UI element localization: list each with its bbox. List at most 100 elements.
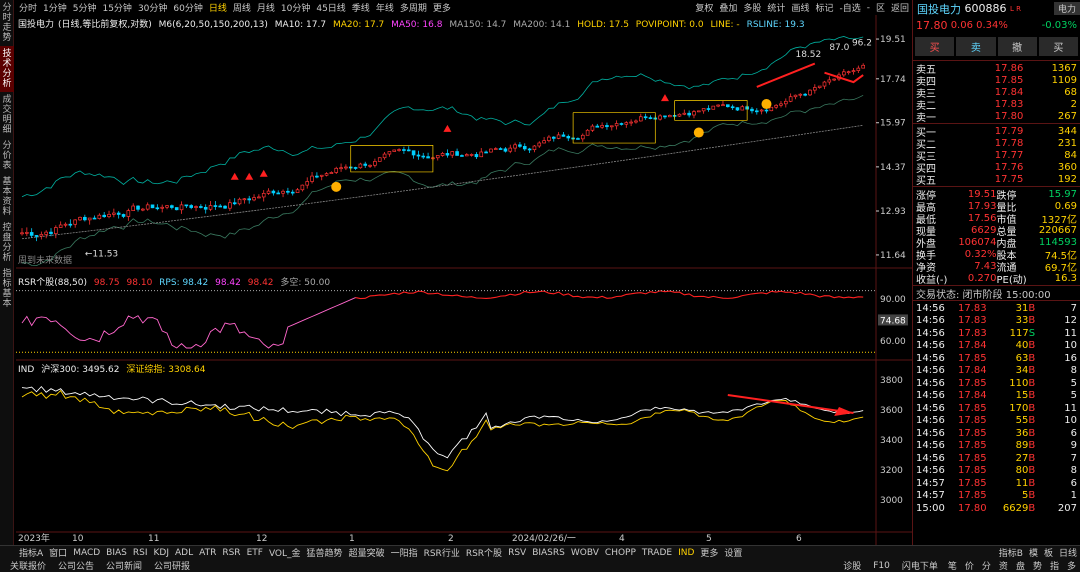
- indicator-tab-4[interactable]: RSI: [130, 548, 151, 558]
- period-monthly[interactable]: 月线: [254, 1, 278, 14]
- bottom-link-1[interactable]: 公司公告: [52, 559, 100, 572]
- tick-list[interactable]: 14:56 17.83 31 B 7 14:56 17.83 33 B 12 14:56 17.8…: [913, 302, 1080, 515]
- indicator-tab-23[interactable]: 设置: [721, 546, 745, 559]
- indicator-tab-17[interactable]: BIASRS: [529, 548, 568, 558]
- indicator-tab-3[interactable]: BIAS: [103, 548, 130, 558]
- bottom-link-right-2[interactable]: 闪电下单: [896, 559, 944, 572]
- period-15m[interactable]: 15分钟: [99, 1, 134, 14]
- tool-adjust[interactable]: 复权: [692, 1, 716, 14]
- indicator-tab-21[interactable]: IND: [675, 548, 697, 558]
- indicator-tab-2[interactable]: MACD: [70, 548, 103, 558]
- period-quarter[interactable]: 季线: [349, 1, 373, 14]
- tool-draw[interactable]: 画线: [788, 1, 812, 14]
- period-5m[interactable]: 5分钟: [70, 1, 100, 14]
- ind-szzz: 深证综指: 3308.64: [126, 365, 206, 375]
- indicator-tab-1[interactable]: 窗口: [46, 546, 70, 559]
- tab-price-table[interactable]: 分价表: [0, 138, 14, 174]
- bottom-link-0[interactable]: 关联报价: [4, 559, 52, 572]
- indicator-tab-12[interactable]: 超量突破: [346, 546, 388, 559]
- cancel-button[interactable]: 撤: [997, 37, 1037, 56]
- indicator-tab-18[interactable]: WOBV: [568, 548, 602, 558]
- tab-control[interactable]: 控盘分析: [0, 220, 14, 266]
- bottom-right-tab-0[interactable]: 指标B: [996, 546, 1026, 559]
- candle-body: [170, 205, 174, 208]
- indicator-tab-7[interactable]: ATR: [196, 548, 219, 558]
- indicator-tab-5[interactable]: KDJ: [151, 548, 173, 558]
- bottom-link-right-1[interactable]: F10: [867, 561, 896, 571]
- buy2-button[interactable]: 买: [1038, 37, 1078, 56]
- period-intraday[interactable]: 分时: [16, 1, 40, 14]
- bottom-link-3[interactable]: 公司研报: [148, 559, 196, 572]
- indicator-tab-6[interactable]: ADL: [172, 548, 196, 558]
- indicator-tab-14[interactable]: RSR行业: [421, 546, 463, 559]
- indicator-tab-9[interactable]: ETF: [244, 548, 266, 558]
- sector-change: -0.03%: [1041, 19, 1077, 31]
- indicator-tab-11[interactable]: 猛兽趋势: [304, 546, 346, 559]
- tool-stats[interactable]: 统计: [764, 1, 788, 14]
- period-1m[interactable]: 1分钟: [40, 1, 70, 14]
- period-more[interactable]: 更多: [430, 1, 454, 14]
- right-tab-2[interactable]: 分: [978, 559, 995, 572]
- tick-price: 17.84: [957, 340, 987, 352]
- ask-row-5[interactable]: 卖一 17.80 267: [913, 110, 1080, 124]
- tab-intraday[interactable]: 分时走势: [0, 0, 14, 46]
- tool-mark[interactable]: 标记: [812, 1, 836, 14]
- indicator-tab-20[interactable]: TRADE: [639, 548, 675, 558]
- candle-body: [755, 110, 759, 113]
- indicator-tab-19[interactable]: CHOPP: [602, 548, 639, 558]
- bottom-link-2[interactable]: 公司新闻: [100, 559, 148, 572]
- indicator-tab-22[interactable]: 更多: [697, 546, 721, 559]
- tab-indicator-basic[interactable]: 指标基本: [0, 266, 14, 312]
- tick-row: 14:56 17.84 34 B 8: [913, 365, 1080, 378]
- tool-multi[interactable]: 多股: [740, 1, 764, 14]
- indicator-tab-8[interactable]: RSR: [219, 548, 243, 558]
- bottom-link-right-0[interactable]: 诊股: [837, 559, 867, 572]
- right-tab-5[interactable]: 势: [1029, 559, 1046, 572]
- indicator-tab-13[interactable]: 一阳指: [388, 546, 421, 559]
- period-10m[interactable]: 10分钟: [278, 1, 313, 14]
- candle-body: [503, 148, 508, 152]
- tab-ticks[interactable]: 成交明细: [0, 92, 14, 138]
- tool-back[interactable]: 返回: [888, 1, 912, 14]
- candle-body: [721, 104, 725, 107]
- bottom-right-tab-3[interactable]: 日线: [1056, 546, 1080, 559]
- candle-body: [493, 148, 498, 150]
- right-tab-7[interactable]: 多: [1063, 559, 1080, 572]
- period-30m[interactable]: 30分钟: [135, 1, 170, 14]
- stats-box: 涨停 19.51 跌停 15.97 最高 17.93 量比 0.69 最低 17.56 市值 1327…: [913, 188, 1080, 286]
- sell-button[interactable]: 卖: [956, 37, 996, 56]
- period-weekly[interactable]: 周线: [230, 1, 254, 14]
- right-tab-0[interactable]: 笔: [944, 559, 961, 572]
- tick-time: 14:56: [916, 315, 945, 327]
- indicator-tab-15[interactable]: RSR个股: [463, 546, 505, 559]
- buy-button[interactable]: 买: [915, 37, 955, 56]
- candle-body: [460, 155, 464, 157]
- indicator-tab-10[interactable]: VOL_金: [266, 546, 304, 559]
- tool-watchlist[interactable]: -自选: [836, 1, 863, 14]
- candle-body: [97, 214, 102, 219]
- indicator-tab-16[interactable]: RSV: [505, 548, 529, 558]
- tool-overlay[interactable]: 叠加: [716, 1, 740, 14]
- bid-row-5[interactable]: 买五 17.75 192: [913, 173, 1080, 187]
- bottom-right-tab-1[interactable]: 模: [1026, 546, 1041, 559]
- indicator-tab-0[interactable]: 指标A: [16, 546, 46, 559]
- tab-fundamentals[interactable]: 基本资料: [0, 174, 14, 220]
- period-year[interactable]: 年线: [373, 1, 397, 14]
- bottom-right-tab-2[interactable]: 板: [1041, 546, 1056, 559]
- sector-badge[interactable]: 电力: [1053, 2, 1080, 15]
- period-45d[interactable]: 45日线: [313, 1, 348, 14]
- tool-dash[interactable]: -: [864, 3, 873, 13]
- period-daily[interactable]: 日线: [206, 1, 230, 14]
- tick-time: 14:56: [916, 352, 945, 364]
- period-multi[interactable]: 多周期: [397, 1, 430, 14]
- quote-panel: 国投电力 600886 L R 电力 17.80 0.06 0.34% -0.0…: [912, 0, 1080, 545]
- tool-region[interactable]: 区: [873, 1, 888, 14]
- candle-body: [498, 148, 503, 150]
- right-tab-6[interactable]: 指: [1046, 559, 1063, 572]
- period-60m[interactable]: 60分钟: [170, 1, 205, 14]
- right-tab-3[interactable]: 资: [995, 559, 1012, 572]
- tab-technical[interactable]: 技术分析: [0, 46, 14, 92]
- right-tab-1[interactable]: 价: [961, 559, 978, 572]
- candle-body: [199, 206, 203, 208]
- right-tab-4[interactable]: 盘: [1012, 559, 1029, 572]
